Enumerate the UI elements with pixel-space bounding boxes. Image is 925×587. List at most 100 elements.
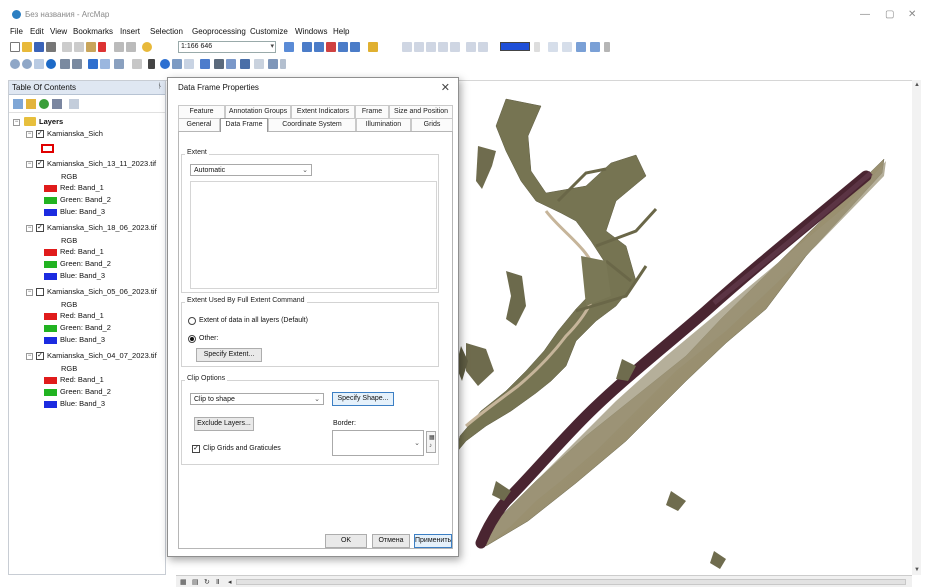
- layer-name[interactable]: Kamianska_Sich: [47, 129, 103, 141]
- extent-all-layers-label[interactable]: Extent of data in all layers (Default): [199, 317, 308, 324]
- back-extent-icon[interactable]: [88, 59, 98, 69]
- menu-insert[interactable]: Insert: [120, 27, 140, 36]
- refresh-view-icon[interactable]: ↻: [204, 578, 210, 586]
- close-icon[interactable]: ✕: [441, 81, 450, 94]
- copy-icon[interactable]: [74, 42, 84, 52]
- layout-tool-icon-1[interactable]: [402, 42, 412, 52]
- layout-tool-icon-3[interactable]: [426, 42, 436, 52]
- layout-tool-icon-7[interactable]: [478, 42, 488, 52]
- menu-bookmarks[interactable]: Bookmarks: [73, 27, 113, 36]
- find-route-icon[interactable]: [226, 59, 236, 69]
- extent-other-label[interactable]: Other:: [199, 335, 218, 342]
- pan-icon[interactable]: [34, 59, 44, 69]
- layout-tool-icon-5[interactable]: [450, 42, 460, 52]
- cut-icon[interactable]: [62, 42, 72, 52]
- menu-customize[interactable]: Customize: [250, 27, 288, 36]
- editor-toolbar-icon[interactable]: [284, 42, 294, 52]
- collapse-icon[interactable]: −: [13, 119, 20, 126]
- apply-button[interactable]: Применить: [414, 534, 452, 548]
- border-properties-spinner[interactable]: ▦ ♪: [426, 431, 436, 453]
- extent-all-layers-radio[interactable]: [188, 317, 196, 325]
- minimize-button[interactable]: —: [860, 9, 870, 20]
- table-of-contents-icon[interactable]: [302, 42, 312, 52]
- layer-name[interactable]: Kamianska_Sich_13_11_2023.tif: [47, 159, 156, 171]
- list-by-drawing-order-icon[interactable]: [13, 99, 23, 109]
- layout-tool-icon-4[interactable]: [438, 42, 448, 52]
- collapse-icon[interactable]: −: [26, 289, 33, 296]
- cancel-button[interactable]: Отмена: [372, 534, 410, 548]
- maximize-button[interactable]: ▢: [885, 9, 894, 20]
- fixed-zoom-in-icon[interactable]: [60, 59, 70, 69]
- data-view-icon[interactable]: ▦: [180, 578, 187, 586]
- scroll-up-icon[interactable]: ▲: [914, 82, 920, 88]
- menu-file[interactable]: File: [10, 27, 23, 36]
- undo-icon[interactable]: [114, 42, 124, 52]
- layer-visibility-checkbox[interactable]: ✓: [36, 352, 44, 360]
- full-extent-icon[interactable]: [46, 59, 56, 69]
- close-window-button[interactable]: ✕: [908, 9, 916, 20]
- select-by-graphics-icon[interactable]: [114, 59, 124, 69]
- layer-name[interactable]: Kamianska_Sich_05_06_2023.tif: [47, 287, 157, 299]
- identify-icon[interactable]: [160, 59, 170, 69]
- map-scale-combo[interactable]: 1:166 646 ▾: [178, 41, 276, 53]
- extent-mode-select[interactable]: Automatic ⌄: [190, 164, 312, 176]
- zoom-whole-page-icon[interactable]: [548, 42, 558, 52]
- toc-options-icon[interactable]: [69, 99, 79, 109]
- ok-button[interactable]: OK: [325, 534, 367, 548]
- clip-grids-checkbox[interactable]: ✓: [192, 445, 200, 453]
- list-by-selection-icon[interactable]: [52, 99, 62, 109]
- list-by-visibility-icon[interactable]: [39, 99, 49, 109]
- menu-windows[interactable]: Windows: [295, 27, 327, 36]
- collapse-icon[interactable]: −: [26, 161, 33, 168]
- catalog-icon[interactable]: [314, 42, 324, 52]
- horizontal-scrollbar[interactable]: [236, 579, 906, 585]
- zoom-page-icon[interactable]: [562, 42, 572, 52]
- tab-size-and-position[interactable]: Size and Position: [389, 105, 453, 118]
- layer-name[interactable]: Kamianska_Sich_04_07_2023.tif: [47, 351, 157, 363]
- arctoolbox-icon[interactable]: [338, 42, 348, 52]
- refresh-icon[interactable]: [576, 42, 586, 52]
- menu-help[interactable]: Help: [333, 27, 349, 36]
- find-icon[interactable]: [214, 59, 224, 69]
- layer-name[interactable]: Kamianska_Sich_18_06_2023.tif: [47, 223, 157, 235]
- clip-grids-label[interactable]: Clip Grids and Graticules: [203, 445, 281, 452]
- tab-grids[interactable]: Grids: [411, 118, 453, 131]
- model-builder-icon[interactable]: [368, 42, 378, 52]
- html-popup-icon[interactable]: [184, 59, 194, 69]
- clear-selection-icon[interactable]: [132, 59, 142, 69]
- paste-icon[interactable]: [86, 42, 96, 52]
- zoom-in-icon[interactable]: [10, 59, 20, 69]
- layout-view-icon[interactable]: ▤: [192, 578, 199, 586]
- pause-drawing-icon[interactable]: Ⅱ: [216, 578, 219, 586]
- extent-other-radio[interactable]: [188, 335, 196, 343]
- go-to-xy-icon[interactable]: [240, 59, 250, 69]
- tab-coordinate-system[interactable]: Coordinate System: [268, 118, 356, 131]
- tab-extent-indicators[interactable]: Extent Indicators: [291, 105, 355, 118]
- layout-tool-icon-6[interactable]: [466, 42, 476, 52]
- select-elements-icon[interactable]: [148, 59, 155, 69]
- layout-tool-icon-2[interactable]: [414, 42, 424, 52]
- data-frame-name[interactable]: Layers: [39, 117, 63, 129]
- export-map-icon[interactable]: [590, 42, 600, 52]
- toolbar-overflow-icon[interactable]: [604, 42, 610, 52]
- layer-visibility-checkbox[interactable]: ✓: [36, 160, 44, 168]
- search-window-icon[interactable]: [326, 42, 336, 52]
- hyperlink-icon[interactable]: [172, 59, 182, 69]
- layer-visibility-checkbox[interactable]: ✓: [36, 224, 44, 232]
- list-by-source-icon[interactable]: [26, 99, 36, 109]
- delete-icon[interactable]: [98, 42, 106, 52]
- menu-view[interactable]: View: [50, 27, 67, 36]
- tab-feature-cache[interactable]: Feature Cache: [178, 105, 225, 127]
- menu-selection[interactable]: Selection: [150, 27, 183, 36]
- open-folder-icon[interactable]: [22, 42, 32, 52]
- pin-icon[interactable]: ᚾ: [158, 83, 162, 90]
- python-window-icon[interactable]: [350, 42, 360, 52]
- add-data-icon[interactable]: [142, 42, 152, 52]
- measure-icon[interactable]: [200, 59, 210, 69]
- specify-extent-button[interactable]: Specify Extent...: [196, 348, 262, 362]
- layer-visibility-checkbox[interactable]: ✓: [36, 130, 44, 138]
- menu-geoprocessing[interactable]: Geoprocessing: [192, 27, 246, 36]
- chevron-down-icon[interactable]: [534, 42, 540, 52]
- toolbar-overflow-icon[interactable]: [280, 59, 286, 69]
- highlight-color-swatch[interactable]: [500, 42, 530, 51]
